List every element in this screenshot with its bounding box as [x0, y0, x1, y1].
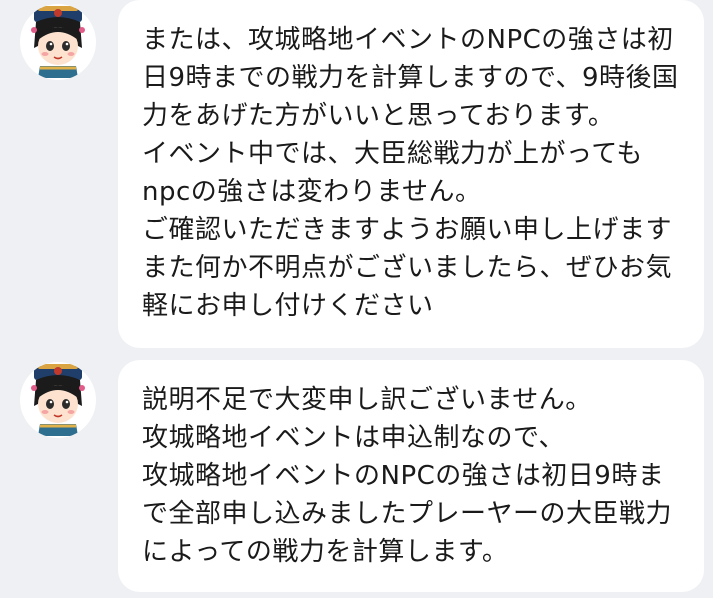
message-bubble: または、攻城略地イベントのNPCの強さは初 日9時までの戦力を計算しますので、9…: [118, 0, 704, 348]
message-text-line: 説明不足で大変申し訳ございません。: [142, 385, 592, 415]
message-text-line: によっての戦力を計算します。: [142, 537, 509, 567]
message-text-line: 日9時までの戦力を計算しますので、9時後国: [142, 63, 679, 93]
message-text-line: イベント中では、大臣総戦力が上がっても: [142, 139, 643, 169]
message-text-line: 攻城略地イベントのNPCの強さは初日9時ま: [142, 461, 665, 491]
message-text-line: 力をあげた方がいいと思っております。: [142, 101, 615, 131]
sender-avatar[interactable]: [20, 362, 96, 438]
chibi-girl-avatar-icon: [31, 364, 85, 436]
message-text-line: で全部申し込みましたプレーヤーの大臣戦力: [142, 499, 673, 529]
message-text-line: npcの強さは変わりません。: [142, 177, 482, 207]
message-text-line: ご確認いただきますようお願い申し上げます: [142, 215, 673, 245]
message-bubble: 説明不足で大変申し訳ございません。 攻城略地イベントは申込制なので、 攻城略地イ…: [118, 360, 704, 592]
message-text-line: また何か不明点がございましたら、ぜひお気: [142, 253, 673, 283]
chibi-girl-avatar-icon: [31, 6, 85, 78]
message-text-line: または、攻城略地イベントのNPCの強さは初: [142, 25, 674, 55]
message-text-line: 攻城略地イベントは申込制なので、: [142, 423, 565, 453]
sender-avatar[interactable]: [20, 4, 96, 80]
message-text-line: 軽にお申し付けください: [142, 291, 434, 321]
